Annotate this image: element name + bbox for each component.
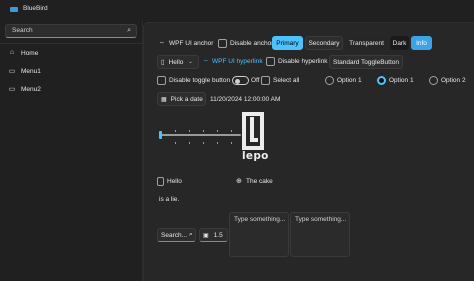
sidebar-item-label: Home	[21, 50, 39, 57]
folder-icon: ▭	[8, 68, 16, 75]
search-box-input[interactable]: Search... ⌕	[157, 228, 196, 242]
text-box-1[interactable]: Type something...	[229, 212, 289, 257]
option1b-label: Option 1	[389, 77, 414, 84]
pick-date-label: Pick a date	[170, 95, 203, 103]
globe-icon: ⊕	[236, 178, 242, 185]
hyperlink-icon: ⇔	[203, 58, 209, 64]
divider	[0, 43, 142, 44]
dropdown-label: Hello	[168, 58, 184, 66]
standard-toggle-button[interactable]: Standard ToggleButton	[329, 55, 403, 69]
toggle-state-label: Off	[251, 77, 260, 84]
sidebar-item-menu1[interactable]: ▭ Menu1	[4, 65, 138, 79]
secondary-button[interactable]: Secondary	[305, 36, 343, 50]
disable-hyperlink-label: Disable hyperlink	[278, 58, 328, 65]
cake-label: The cake	[246, 178, 273, 185]
title-bar	[0, 0, 474, 20]
slider-tick	[175, 130, 176, 132]
option1b-radio-selected[interactable]	[377, 76, 386, 85]
lepo-logo-text: lepo	[242, 150, 269, 162]
toggle-switch[interactable]	[232, 76, 249, 85]
search-icon[interactable]: ⌕	[189, 231, 193, 239]
slider-tick	[231, 142, 232, 144]
slider-tick	[203, 142, 204, 144]
slider-tick	[231, 130, 232, 132]
toggle-knob	[235, 78, 240, 84]
chevron-down-icon: ⌄	[188, 59, 193, 65]
search-box-placeholder: Search...	[161, 231, 188, 239]
sidebar-search-input[interactable]: Search ⌕	[5, 24, 137, 38]
number-box-input[interactable]: ▣ 1.5	[199, 228, 228, 242]
select-all-checkbox[interactable]	[261, 76, 270, 85]
hello-checkbox[interactable]	[157, 177, 164, 186]
calendar-icon: ▦	[161, 96, 167, 103]
disable-anchor-label: Disable anchor	[230, 40, 274, 47]
sidebar-item-label: Menu2	[21, 86, 41, 93]
number-value: 1.5	[213, 231, 223, 239]
disable-toggle-label: Disable toggle button	[169, 77, 231, 84]
wpf-ui-anchor-link[interactable]: WPF UI anchor	[169, 40, 213, 47]
slider-tick	[189, 142, 190, 144]
slider-tick	[217, 130, 218, 132]
folder-icon: ▭	[8, 86, 16, 93]
pick-date-button[interactable]: ▦ Pick a date	[157, 92, 206, 106]
slider-tick	[189, 130, 190, 132]
disable-hyperlink-checkbox[interactable]	[266, 57, 275, 66]
slider-tick	[203, 130, 204, 132]
option1-radio[interactable]	[325, 76, 334, 85]
slider-tick	[217, 142, 218, 144]
text-box-2[interactable]: Type something...	[290, 212, 350, 257]
text-box-2-placeholder: Type something...	[295, 216, 347, 223]
app-logo-icon	[10, 7, 18, 12]
text-box-1-placeholder: Type something...	[234, 216, 286, 223]
slider-thumb[interactable]	[159, 131, 162, 139]
wpf-ui-hyperlink[interactable]: WPF UI hyperlink	[212, 58, 263, 65]
lie-text: is a lie.	[159, 196, 180, 203]
slider-track[interactable]	[160, 134, 241, 136]
sidebar-item-menu2[interactable]: ▭ Menu2	[4, 83, 138, 97]
number-icon: ▣	[203, 232, 209, 239]
disable-anchor-checkbox[interactable]	[218, 39, 227, 48]
selected-date-text: 11/20/2024 12:00:00 AM	[210, 96, 281, 103]
dark-button[interactable]: Dark	[390, 36, 409, 50]
search-icon[interactable]: ⌕	[127, 27, 131, 35]
info-button[interactable]: Info	[411, 36, 432, 50]
sidebar-item-home[interactable]: ⌂ Home	[4, 47, 138, 61]
option1-label: Option 1	[337, 77, 362, 84]
search-placeholder: Search	[12, 27, 33, 34]
home-icon: ⌂	[9, 49, 15, 56]
link-icon: ⇔	[159, 40, 165, 46]
option2-radio[interactable]	[429, 76, 438, 85]
sidebar-item-label: Menu1	[21, 68, 41, 75]
option2-label: Option 2	[441, 77, 466, 84]
lepo-logo-icon	[242, 112, 264, 150]
transparent-button[interactable]: Transparent	[345, 36, 388, 50]
dropdown-leading-icon: ▯	[161, 59, 165, 66]
slider-tick	[175, 142, 176, 144]
select-all-label: Select all	[273, 77, 300, 84]
app-title: BlueBird	[23, 5, 48, 12]
hello-label: Hello	[167, 178, 182, 185]
hello-dropdown-button[interactable]: ▯ Hello ⌄	[157, 55, 199, 69]
primary-button[interactable]: Primary	[272, 36, 303, 50]
disable-toggle-checkbox[interactable]	[157, 76, 166, 85]
